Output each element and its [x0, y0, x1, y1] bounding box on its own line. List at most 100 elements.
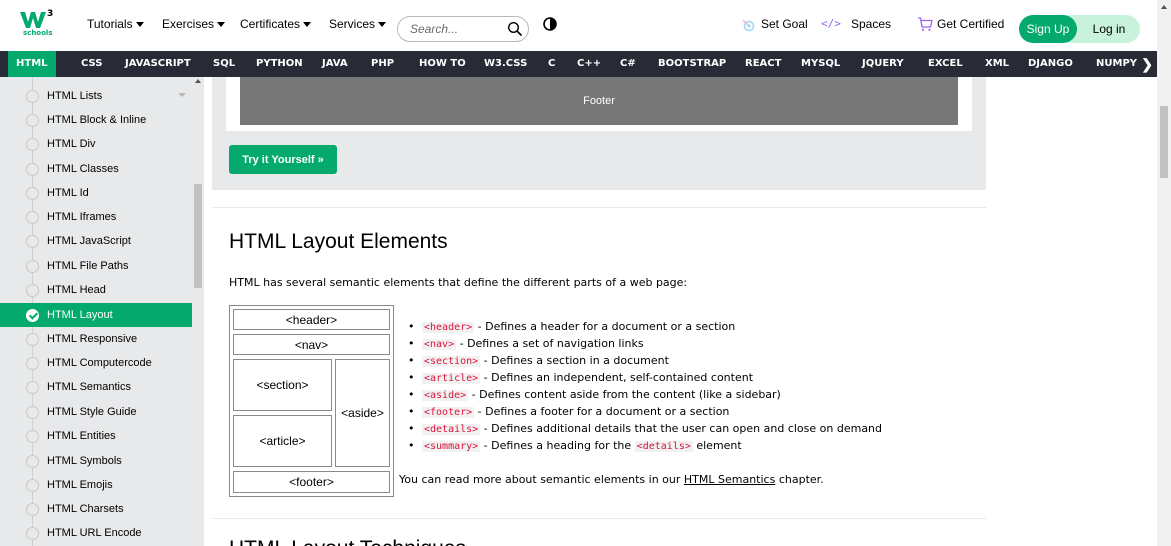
set-goal-link[interactable]: Set Goal	[761, 17, 808, 31]
subject-nav-bar: HTML CSS JAVASCRIPT SQL PYTHON JAVA PHP …	[0, 51, 1157, 77]
sidebar-item-html-classes[interactable]: HTML Classes	[0, 157, 192, 181]
subject-react[interactable]: REACT	[745, 51, 781, 77]
sidebar-item-html-semantics[interactable]: HTML Semantics	[0, 375, 192, 399]
sidebar-item-html-div[interactable]: HTML Div	[0, 132, 192, 156]
spaces-link[interactable]: Spaces	[851, 17, 891, 31]
sidebar-item-html-iframes[interactable]: HTML Iframes	[0, 205, 192, 229]
sidebar-item-html-charsets[interactable]: HTML Charsets	[0, 497, 192, 521]
diagram-nav: <nav>	[233, 334, 390, 355]
get-certified-link[interactable]: Get Certified	[937, 17, 1004, 31]
nav-exercises-label: Exercises	[162, 17, 215, 31]
diagram-aside: <aside>	[335, 359, 390, 467]
check-circle-icon	[26, 356, 39, 370]
sidebar-item-html-layout[interactable]: HTML Layout	[0, 303, 192, 327]
subject-cpp[interactable]: C++	[577, 51, 601, 77]
sidebar-item-html-style-guide[interactable]: HTML Style Guide	[0, 400, 192, 424]
sidebar-item-label: HTML Symbols	[47, 455, 122, 467]
check-circle-icon	[26, 478, 39, 492]
sidebar-item-html-computercode[interactable]: HTML Computercode	[0, 351, 192, 375]
spaces-code-icon: </>	[821, 17, 841, 30]
layout-diagram: <header> <nav> <section> <article> <asid…	[229, 305, 394, 497]
subject-bootstrap[interactable]: BOOTSTRAP	[658, 51, 726, 77]
sidebar-item-label: HTML File Paths	[47, 260, 129, 272]
subject-xml[interactable]: XML	[985, 51, 1009, 77]
check-circle-icon	[26, 162, 39, 176]
divider	[212, 207, 986, 208]
nav-certificates[interactable]: Certificates	[240, 17, 312, 31]
nav-exercises[interactable]: Exercises	[162, 17, 226, 31]
sidebar-item-label: HTML Block & Inline	[47, 114, 147, 126]
check-circle-icon	[26, 113, 39, 127]
subject-sql[interactable]: SQL	[213, 51, 235, 77]
list-item: <header> - Defines a header for a docume…	[408, 318, 882, 335]
theme-toggle-icon[interactable]	[543, 17, 557, 31]
footer-demo: Footer	[240, 77, 958, 125]
subject-how-to[interactable]: HOW TO	[419, 51, 466, 77]
nav-services[interactable]: Services	[329, 17, 387, 31]
sidebar-item-html-head[interactable]: HTML Head	[0, 278, 192, 302]
sidebar-item-html-lists[interactable]: HTML Lists	[0, 84, 192, 108]
sidebar-item-html-id[interactable]: HTML Id	[0, 181, 192, 205]
check-circle-icon	[26, 210, 39, 224]
code-tag: <header>	[422, 322, 475, 333]
sidebar-item-label: HTML Computercode	[47, 357, 152, 369]
subject-html[interactable]: HTML	[8, 51, 56, 77]
search-input[interactable]	[410, 20, 500, 38]
sidebar-item-label: HTML Div	[47, 138, 96, 150]
caret-down-icon	[217, 22, 226, 28]
subject-mysql[interactable]: MYSQL	[801, 51, 840, 77]
sidebar-scrollbar[interactable]	[192, 77, 204, 546]
sidebar-item-html-block-inline[interactable]: HTML Block & Inline	[0, 108, 192, 132]
sidebar-item-html-emojis[interactable]: HTML Emojis	[0, 473, 192, 497]
html-semantics-link[interactable]: HTML Semantics	[684, 473, 775, 486]
caret-down-icon	[303, 22, 312, 28]
sidebar-item-label: HTML Entities	[47, 430, 116, 442]
subject-django[interactable]: DJANGO	[1028, 51, 1073, 77]
check-circle-icon	[26, 234, 39, 248]
code-tag: <section>	[422, 356, 481, 367]
nav-scroll-right-icon[interactable]: ❯	[1141, 51, 1153, 77]
code-tag: <nav>	[422, 339, 457, 350]
chevron-down-icon[interactable]	[178, 93, 186, 97]
subject-csharp[interactable]: C#	[620, 51, 636, 77]
subject-jquery[interactable]: JQUERY	[862, 51, 904, 77]
check-circle-icon	[26, 137, 39, 151]
subject-javascript[interactable]: JAVASCRIPT	[125, 51, 191, 77]
check-circle-icon	[26, 259, 39, 273]
sidebar-item-html-file-paths[interactable]: HTML File Paths	[0, 254, 192, 278]
subject-java[interactable]: JAVA	[322, 51, 348, 77]
try-it-yourself-button[interactable]: Try it Yourself »	[229, 145, 337, 174]
sidebar-scrollbar-thumb[interactable]	[194, 184, 202, 288]
sign-up-button[interactable]: Sign Up	[1019, 15, 1077, 43]
page-scrollbar[interactable]	[1157, 0, 1171, 546]
w3schools-logo[interactable]: 3 schools	[18, 7, 60, 37]
subject-numpy[interactable]: NUMPY	[1096, 51, 1140, 77]
read-more-prefix: You can read more about semantic element…	[399, 473, 684, 486]
subject-css[interactable]: CSS	[81, 51, 102, 77]
check-circle-icon	[26, 429, 39, 443]
sidebar-item-html-url-encode[interactable]: HTML URL Encode	[0, 521, 192, 545]
check-circle-icon	[26, 454, 39, 468]
search-box[interactable]	[397, 16, 529, 42]
subject-excel[interactable]: EXCEL	[928, 51, 963, 77]
list-item-text: - Defines content aside from the content…	[468, 388, 781, 401]
subject-python[interactable]: PYTHON	[256, 51, 303, 77]
nav-services-label: Services	[329, 17, 376, 31]
sidebar-item-label: HTML Layout	[47, 309, 113, 321]
search-icon[interactable]	[507, 21, 523, 37]
sidebar-item-html-symbols[interactable]: HTML Symbols	[0, 449, 192, 473]
subject-php[interactable]: PHP	[371, 51, 394, 77]
log-in-button[interactable]: Log in	[1066, 15, 1140, 43]
sidebar-item-label: HTML Id	[47, 187, 89, 199]
nav-tutorials[interactable]: Tutorials	[87, 17, 144, 31]
page-scrollbar-thumb[interactable]	[1160, 106, 1168, 178]
sidebar-item-html-responsive[interactable]: HTML Responsive	[0, 327, 192, 351]
logo-text: schools	[23, 29, 53, 37]
sidebar-item-html-javascript[interactable]: HTML JavaScript	[0, 229, 192, 253]
scroll-up-icon[interactable]	[1161, 5, 1167, 9]
divider	[212, 518, 986, 519]
subject-c[interactable]: C	[548, 51, 555, 77]
sidebar-item-html-entities[interactable]: HTML Entities	[0, 424, 192, 448]
scroll-up-icon[interactable]	[195, 79, 201, 83]
subject-w3css[interactable]: W3.CSS	[484, 51, 527, 77]
